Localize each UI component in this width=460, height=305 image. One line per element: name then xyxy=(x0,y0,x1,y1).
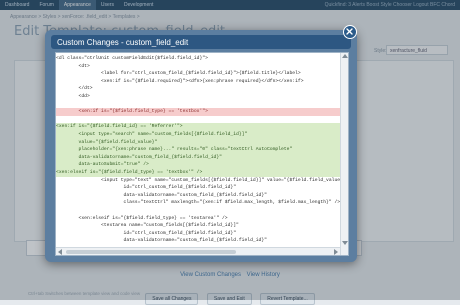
horizontal-scroll-thumb[interactable] xyxy=(66,249,236,254)
diff-line-context: <dd> xyxy=(56,94,90,99)
diff-line-context: <xen:if is="{$field.required}"><dfn>{xen… xyxy=(56,78,304,84)
diff-line-context: <label for="ctrl_custom_field_{$field.fi… xyxy=(56,71,301,77)
diff-line-added: <xen:if is="{$field.field_id} == 'Referr… xyxy=(56,123,340,131)
diff-line-context: <dl class="ctrlUnit customFieldEdit{$fie… xyxy=(56,56,208,61)
diff-line-added: <xen:elseif is="{$field.field_type} == '… xyxy=(56,169,340,177)
diff-line-context: id="ctrl_custom_field_{$field.field_id}" xyxy=(56,185,237,191)
diff-line-context: data-validatorname="custom_field_{$field… xyxy=(56,192,267,198)
modal-title: Custom Changes - custom_field_edit xyxy=(57,38,189,47)
custom-changes-modal: Custom Changes - custom_field_edit data-… xyxy=(45,30,357,262)
scroll-left-arrow-icon[interactable] xyxy=(58,249,62,255)
diff-line-added: data-validatorname="custom_field_{$field… xyxy=(56,153,340,162)
horizontal-scrollbar[interactable] xyxy=(56,247,340,255)
diff-line-context: data-validatorname="custom_field_{$field… xyxy=(56,238,267,244)
vertical-scrollbar[interactable] xyxy=(340,53,348,255)
diff-line-added: value="{$field.field_value}" xyxy=(56,138,340,147)
diff-line-context xyxy=(56,207,340,215)
diff-line-context: class="textCtrl" maxlength="{xen:if $fie… xyxy=(56,200,341,206)
diff-line-context xyxy=(56,116,340,124)
diff-line-added: <input type="search" name="custom_fields… xyxy=(56,131,340,139)
scroll-right-arrow-icon[interactable] xyxy=(334,249,338,255)
scroll-up-arrow-icon[interactable] xyxy=(342,54,348,58)
diff-line-removed: <xen:if is="{$field.field_type} == 'text… xyxy=(56,108,340,116)
diff-line-context: id="ctrl_custom_field_{$field.field_id}" xyxy=(56,230,237,236)
close-icon xyxy=(346,28,353,35)
diff-line-context: <dt> xyxy=(56,63,90,69)
close-button[interactable] xyxy=(343,25,357,39)
diff-viewer[interactable]: data-validatorname="custom_field_{$field… xyxy=(55,52,349,256)
diff-line-context: <input type="text" name="custom_fields[{… xyxy=(56,177,340,183)
modal-header: Custom Changes - custom_field_edit xyxy=(51,35,351,49)
diff-line-context: <textarea name="custom_fields[{$field.fi… xyxy=(56,223,239,229)
diff-line-context: <xen:elseif is="{$field.field_type} == '… xyxy=(56,215,228,221)
diff-line-context: </dt> xyxy=(56,86,93,92)
diff-line-context xyxy=(56,101,340,109)
scroll-down-arrow-icon[interactable] xyxy=(342,241,348,245)
diff-line-added: placeholder="{xen:phrase name}..." resul… xyxy=(56,146,340,154)
diff-line-added: data-autoSubmit="true" /> xyxy=(56,161,340,169)
